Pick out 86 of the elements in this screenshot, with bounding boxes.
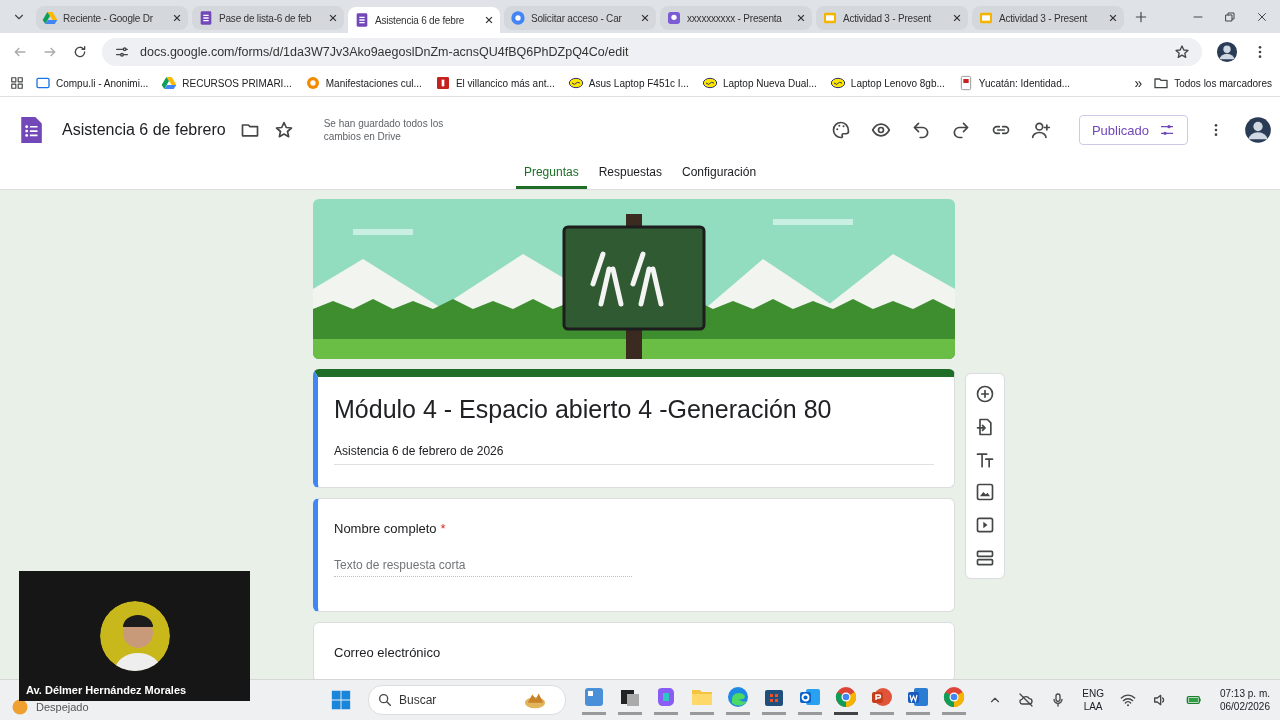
- more-bookmarks[interactable]: »: [1134, 75, 1143, 91]
- save-status: Se han guardado todos los cambios en Drive: [323, 117, 445, 143]
- circle-icon: [304, 75, 321, 91]
- browser-tab[interactable]: Solicitar acceso - Car: [504, 6, 656, 30]
- form-tab[interactable]: Configuración: [674, 159, 765, 189]
- form-tab[interactable]: Respuestas: [590, 159, 670, 189]
- widgets-icon[interactable]: [582, 685, 606, 715]
- browser-icon[interactable]: [834, 685, 858, 715]
- browser-icon[interactable]: [942, 685, 966, 715]
- copilot-icon[interactable]: [654, 685, 678, 715]
- add-person-icon[interactable]: [1030, 120, 1051, 140]
- page-icon: [35, 75, 51, 91]
- document-title[interactable]: Asistencia 6 de febrero: [62, 121, 226, 139]
- word-app-icon[interactable]: [906, 685, 930, 715]
- settings-sliders-icon: [1159, 122, 1175, 138]
- weather-text[interactable]: Despejado: [36, 701, 89, 713]
- wifi-icon[interactable]: [1119, 692, 1136, 708]
- start-icon[interactable]: [330, 689, 352, 711]
- eye-icon[interactable]: [870, 120, 891, 140]
- bookmark[interactable]: Laptop Lenovo 8gb...: [827, 73, 947, 93]
- edge-icon[interactable]: [726, 685, 750, 715]
- answer-field[interactable]: Texto de respuesta corta: [334, 554, 632, 577]
- required-mark: *: [440, 521, 446, 536]
- undo-icon[interactable]: [910, 120, 931, 140]
- form-description[interactable]: Asistencia 6 de febrero de 2026: [334, 444, 934, 465]
- avatar: [100, 601, 170, 671]
- bookmark[interactable]: Manifestaciones cul...: [302, 73, 424, 93]
- url-text: docs.google.com/forms/d/1da3W7Jv3Ako9aegoslDnZm-acnsQU4fBQ6PhDZpQ4Co/edit: [140, 44, 629, 59]
- close-icon[interactable]: [1256, 10, 1268, 23]
- publish-button[interactable]: Publicado: [1078, 115, 1188, 145]
- bookmark[interactable]: Compu.li - Anonimi...: [33, 73, 151, 93]
- close-icon[interactable]: [328, 13, 338, 23]
- close-icon[interactable]: [1108, 13, 1118, 23]
- bookmark[interactable]: Yucatán: Identidad...: [955, 73, 1073, 93]
- bookmark[interactable]: RECURSOS PRIMARI...: [159, 73, 294, 93]
- profile-icon[interactable]: [1216, 40, 1238, 63]
- browser-tab[interactable]: Reciente - Google Dr: [36, 6, 188, 30]
- star-icon[interactable]: [1174, 43, 1190, 60]
- browser-tab[interactable]: xxxxxxxxxx - Presenta: [660, 6, 812, 30]
- participant-name: Av. Délmer Hernández Morales: [26, 684, 187, 696]
- browser-tab[interactable]: Asistencia 6 de febre: [348, 7, 500, 33]
- close-icon[interactable]: [172, 13, 182, 23]
- bookmark[interactable]: El villancico más ant...: [432, 73, 557, 93]
- square-icon: [434, 75, 451, 91]
- restore-icon[interactable]: [1224, 10, 1236, 23]
- import-icon[interactable]: [975, 417, 995, 437]
- add-icon[interactable]: [975, 384, 995, 405]
- question-card[interactable]: Nombre completo * Texto de respuesta corta: [313, 498, 955, 612]
- drive-icon: [42, 10, 58, 26]
- presentation-app-icon[interactable]: [870, 685, 894, 715]
- clock[interactable]: 07:13 p. m. 06/02/2026: [1219, 687, 1270, 713]
- question-card[interactable]: Correo electrónico: [313, 622, 955, 679]
- sun-icon: [10, 697, 30, 717]
- star-icon[interactable]: [273, 120, 294, 140]
- profile-icon[interactable]: [1244, 116, 1272, 144]
- close-icon[interactable]: [796, 13, 806, 23]
- chat-icon: [666, 10, 682, 26]
- close-icon[interactable]: [640, 13, 650, 23]
- new-tab-icon[interactable]: [1134, 9, 1148, 24]
- cloud-off-icon[interactable]: [1018, 692, 1035, 708]
- close-icon[interactable]: [484, 15, 494, 25]
- palette-icon[interactable]: [830, 120, 851, 140]
- close-icon[interactable]: [952, 13, 962, 23]
- bookmark[interactable]: Asus Laptop F451c I...: [565, 73, 691, 93]
- search-field[interactable]: Buscar: [368, 685, 566, 715]
- form-icon: [198, 10, 214, 26]
- apps-grid-icon[interactable]: [10, 76, 24, 90]
- reload-icon[interactable]: [72, 43, 88, 60]
- input-language[interactable]: ENG LAA: [1082, 687, 1104, 713]
- browser-tab[interactable]: Actividad 3 - Present: [972, 6, 1124, 30]
- image-icon[interactable]: [975, 482, 995, 503]
- question-label: Correo electrónico: [334, 645, 441, 660]
- browser-tab[interactable]: Pase de lista-6 de feb: [192, 6, 344, 30]
- address-bar[interactable]: docs.google.com/forms/d/1da3W7Jv3Ako9aegoslDnZm-acnsQU4fBQ6PhDZpQ4Co/edit: [102, 37, 1202, 66]
- browser-tab[interactable]: Actividad 3 - Present: [816, 6, 968, 30]
- form-title[interactable]: Módulo 4 - Espacio abierto 4 -Generación 80: [334, 395, 934, 424]
- bookmark[interactable]: Laptop Nueva Dual...: [699, 73, 819, 93]
- folder-icon: [1153, 75, 1170, 91]
- form-icon: [354, 12, 370, 28]
- question-label: Nombre completo: [334, 521, 437, 536]
- slides-icon: [978, 10, 994, 26]
- globe-icon: [510, 10, 526, 26]
- all-bookmarks[interactable]: Todos los marcadores: [1151, 73, 1274, 93]
- slides-icon: [822, 10, 838, 26]
- drive-icon: [161, 75, 178, 91]
- search-icon: [377, 692, 393, 708]
